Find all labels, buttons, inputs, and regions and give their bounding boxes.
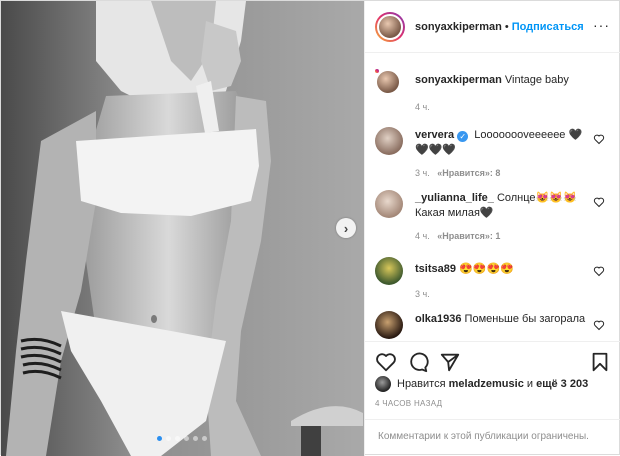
caption-time[interactable]: 4 ч. [415,100,595,115]
small-heart-icon[interactable] [593,133,605,145]
avatar[interactable] [375,257,403,285]
post-time-ago[interactable]: 4 ЧАСОВ НАЗАД [375,399,442,408]
author-avatar-ring[interactable] [375,11,405,42]
small-heart-icon[interactable] [593,319,605,331]
likes-prefix: Нравится [397,378,446,390]
slide-dot [193,436,198,441]
avatar[interactable] [375,376,391,392]
comment-likes[interactable]: «Нравится»: 1 [437,231,500,241]
caption-username[interactable]: sonyaxkiperman [415,74,502,86]
comment-bubble-icon[interactable] [407,351,429,373]
avatar[interactable] [375,311,403,339]
comment-time[interactable]: 4 ч. [415,231,430,241]
comment-text: Поменьше бы загорала [464,313,586,325]
next-slide-button[interactable]: › [336,218,356,238]
slide-dot [202,436,207,441]
comment-username[interactable]: tsitsa89 [415,263,456,275]
slide-dot [166,436,171,441]
post-modal: › sonyaxkiperman • Подписаться ··· sonya… [0,0,620,456]
small-heart-icon[interactable] [593,196,605,208]
photo-illustration [1,1,364,456]
caption-avatar-ring[interactable] [375,69,401,95]
comment-username[interactable]: olka1936 [415,313,461,325]
comment-time[interactable]: 3 ч. [415,289,430,299]
more-options-icon[interactable]: ··· [593,17,610,33]
liked-by-username[interactable]: meladzemusic [449,378,524,390]
comment-likes[interactable]: «Нравится»: 8 [437,168,500,178]
bookmark-icon[interactable] [589,351,611,373]
caption-text: Vintage baby [504,74,569,86]
likes-conjunction: и [526,378,534,390]
comment-username[interactable]: _yulianna_life_ [415,192,494,204]
heart-outline-icon[interactable] [375,351,397,373]
paper-plane-icon[interactable] [439,351,461,373]
post-actions-bar [365,341,620,381]
avatar[interactable] [375,190,403,218]
avatar [377,13,403,40]
comments-list: sonyaxkiperman Vintage baby 4 ч. ververa… [365,53,620,341]
small-heart-icon[interactable] [593,265,605,277]
chevron-right-icon: › [343,220,349,236]
slide-dot [175,436,180,441]
likes-summary: Нравится meladzemusic и ещё 3 203 [375,376,588,392]
author-username[interactable]: sonyaxkiperman [415,21,502,33]
follow-button[interactable]: Подписаться [512,21,584,33]
comment-time[interactable]: 3 ч. [415,168,430,178]
slide-dot [157,436,162,441]
slide-dot [184,436,189,441]
comments-restricted-notice: Комментарии к этой публикации ограничены… [365,419,620,456]
comment-username[interactable]: ververa [415,129,454,141]
post-photo[interactable]: › [1,1,364,456]
comment-text: 😍😍😍😍 [459,263,514,275]
post-header: sonyaxkiperman • Подписаться ··· [365,1,620,53]
avatar [375,69,401,95]
header-separator: • [504,20,509,33]
likes-count[interactable]: ещё 3 203 [536,378,588,390]
verified-badge-icon: ✓ [457,131,469,142]
avatar[interactable] [375,127,403,155]
slide-indicator [157,436,207,441]
post-sidebar: sonyaxkiperman • Подписаться ··· sonyaxk… [364,1,620,456]
